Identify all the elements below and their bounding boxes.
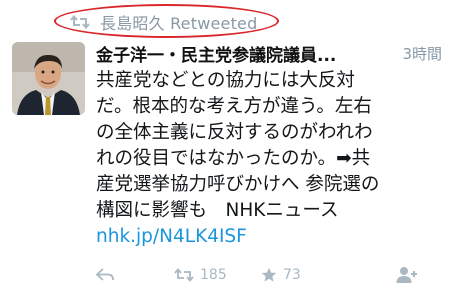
retweet-icon <box>174 268 194 282</box>
timestamp[interactable]: 3時間 <box>402 43 442 64</box>
tweet-text-line: 産党選挙協力呼びかけへ 参院選の <box>96 174 380 195</box>
like-button[interactable]: 73 <box>261 267 301 283</box>
tweet-text: 共産党などとの協力には大反対 だ。根本的な考え方が違う。左右 の全体主義に反対す… <box>96 68 446 250</box>
tweet-text-line: だ。根本的な考え方が違う。左右 <box>96 96 372 117</box>
tweet-text-line: 共産党などとの協力には大反対 <box>96 70 355 91</box>
tweet-link[interactable]: nhk.jp/N4LK4ISF <box>96 224 446 250</box>
reply-button[interactable] <box>96 268 114 282</box>
tweet-text-line: の全体主義に反対するのがわれわ <box>96 122 373 143</box>
follow-button[interactable] <box>396 266 418 284</box>
tweet-text-line: れの役目ではなかったのか。➡共 <box>96 148 371 169</box>
tweet-header: 金子洋一・民主党参議院議員... 3時間 <box>96 40 442 66</box>
tweet-actions: 185 73 <box>96 262 436 288</box>
retweeted-by-label[interactable]: 長島昭久 Retweeted <box>100 10 257 34</box>
retweet-button[interactable]: 185 <box>174 267 227 283</box>
tweet-text-line: 構図に影響も NHKニュース <box>96 200 339 221</box>
avatar[interactable] <box>12 42 85 115</box>
follow-icon <box>396 266 418 284</box>
retweet-icon <box>70 15 90 29</box>
like-count: 73 <box>283 267 301 283</box>
author-name[interactable]: 金子洋一・民主党参議院議員... <box>96 41 336 66</box>
retweet-count: 185 <box>200 267 227 283</box>
star-icon <box>261 267 277 283</box>
retweet-header: 長島昭久 Retweeted <box>70 9 257 35</box>
reply-icon <box>96 268 114 282</box>
